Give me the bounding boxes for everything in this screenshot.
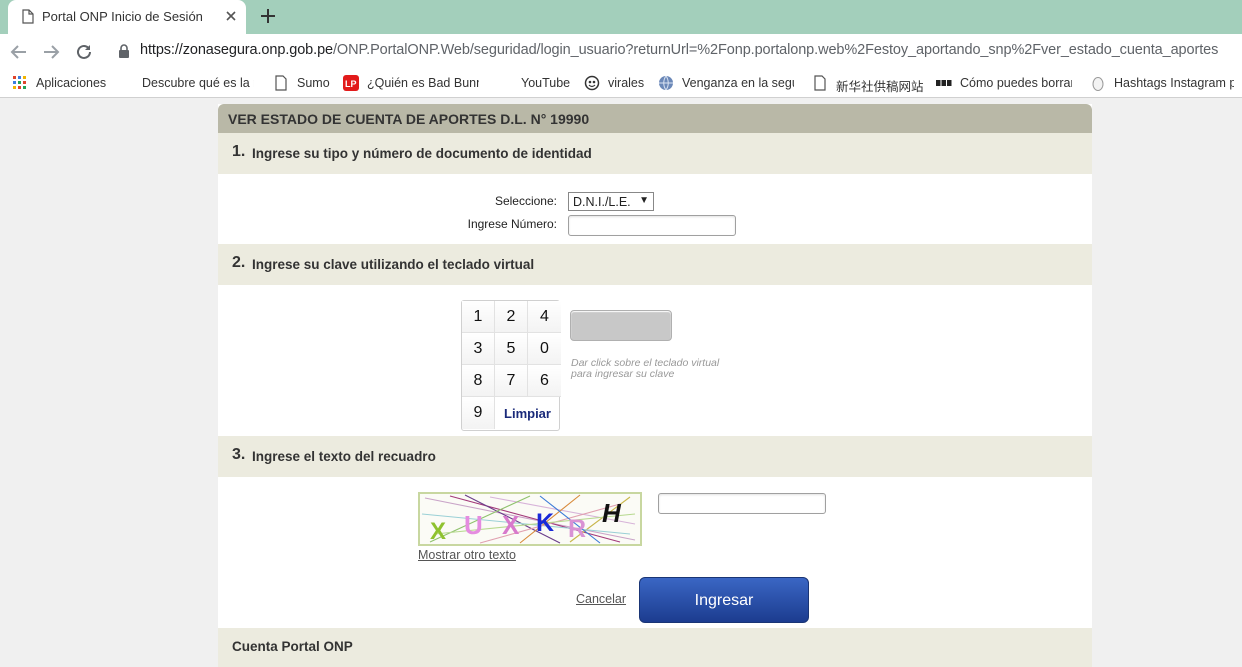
captcha-letters: X U X K R H [430, 498, 622, 544]
keypad-hint: Dar click sobre el teclado virtual para … [571, 358, 751, 380]
mouse-icon [1092, 77, 1104, 91]
lp-logo-icon: LP [343, 75, 359, 91]
keypad-hint-line: para ingresar su clave [571, 368, 675, 380]
keypad-key[interactable]: 0 [528, 333, 561, 365]
url-path: /ONP.PortalONP.Web/seguridad/login_usuar… [333, 42, 1219, 58]
cancel-link[interactable]: Cancelar [576, 592, 626, 606]
step-number: 3. [232, 446, 246, 463]
keypad-key[interactable]: 8 [462, 365, 495, 397]
close-icon[interactable] [224, 9, 238, 23]
bookmark-bad-bunny[interactable]: ¿Quién es Bad Bunny [367, 76, 479, 90]
browser-tab[interactable]: Portal ONP Inicio de Sesión [8, 0, 246, 34]
reload-icon[interactable] [75, 43, 93, 61]
bookmark-xinhua[interactable]: 新华社供稿网站 [836, 76, 924, 95]
bookmark-virales[interactable]: virales [608, 76, 644, 90]
captcha-letter: U [464, 510, 483, 540]
forward-arrow-icon[interactable] [42, 43, 60, 61]
step-2-header: 2. Ingrese su clave utilizando el teclad… [218, 244, 1092, 285]
step-title: Ingrese el texto del recuadro [252, 449, 436, 464]
browser-toolbar: https://zonasegura.onp.gob.pe/ONP.Portal… [0, 34, 1242, 68]
captcha-letter: X [430, 518, 446, 544]
apps-grid-icon [13, 76, 26, 89]
page-icon [22, 9, 34, 24]
tab-title: Portal ONP Inicio de Sesión [42, 9, 203, 24]
submit-button[interactable]: Ingresar [639, 577, 809, 623]
step-title: Ingrese su tipo y número de documento de… [252, 146, 592, 161]
section-title: Cuenta Portal ONP [232, 639, 353, 654]
page-icon [814, 75, 826, 91]
browser-tabstrip: Portal ONP Inicio de Sesión [0, 0, 1242, 34]
bookmark-youtube[interactable]: YouTube [521, 76, 570, 90]
refresh-captcha-link[interactable]: Mostrar otro texto [418, 548, 516, 562]
document-type-value: D.N.I./L.E. [573, 195, 631, 209]
login-panel: VER ESTADO DE CUENTA DE APORTES D.L. N° … [218, 104, 1092, 667]
plus-icon[interactable] [258, 6, 278, 26]
globe-icon [659, 75, 673, 91]
back-arrow-icon[interactable] [10, 43, 28, 61]
document-type-select[interactable]: D.N.I./L.E. ▼ [568, 192, 654, 211]
step-number: 1. [232, 143, 246, 160]
bookmark-venganza[interactable]: Venganza en la segur [682, 76, 794, 90]
svg-text:LP: LP [345, 79, 357, 89]
captcha-input[interactable] [658, 493, 826, 514]
step-3-header: 3. Ingrese el texto del recuadro [218, 436, 1092, 477]
keypad-key[interactable]: 1 [462, 301, 495, 333]
bookmark-borrar[interactable]: Cómo puedes borrar [960, 76, 1072, 90]
virales-icon [584, 75, 600, 91]
password-display [570, 310, 672, 341]
captcha-letter: H [602, 498, 622, 528]
page-title-bar: VER ESTADO DE CUENTA DE APORTES D.L. N° … [218, 104, 1092, 133]
bookmark-sumo[interactable]: Sumo [297, 76, 330, 90]
document-type-label: Seleccione: [494, 194, 557, 208]
keypad-key[interactable]: 3 [462, 333, 495, 365]
bookmarks-bar: Aplicaciones Descubre qué es la m Sumo L… [0, 68, 1242, 98]
captcha-image: X U X K R H [418, 492, 642, 546]
address-bar[interactable]: https://zonasegura.onp.gob.pe/ONP.Portal… [140, 42, 1218, 58]
keypad-clear-button[interactable]: Limpiar [495, 398, 560, 430]
lock-icon[interactable] [118, 44, 130, 58]
captcha-letter: X [502, 510, 520, 540]
keypad-key[interactable]: 6 [528, 365, 561, 397]
captcha-letter: K [536, 509, 554, 537]
page-title: VER ESTADO DE CUENTA DE APORTES D.L. N° … [228, 111, 590, 127]
keypad-key[interactable]: 9 [462, 397, 495, 429]
step-title: Ingrese su clave utilizando el teclado v… [252, 257, 535, 272]
document-number-label: Ingrese Número: [467, 217, 557, 231]
captcha-letter: R [568, 515, 586, 543]
bookmark-descubre[interactable]: Descubre qué es la m [142, 76, 254, 90]
virtual-keypad: 1 2 4 3 5 0 8 7 6 9 Limpiar [461, 300, 561, 431]
bookmark-hashtags[interactable]: Hashtags Instagram p [1114, 76, 1234, 90]
keypad-key[interactable]: 5 [495, 333, 528, 365]
bookmark-apps[interactable]: Aplicaciones [36, 76, 106, 90]
step-number: 2. [232, 254, 246, 271]
chevron-down-icon: ▼ [639, 195, 649, 206]
keypad-key[interactable]: 7 [495, 365, 528, 397]
keypad-key[interactable]: 2 [495, 301, 528, 333]
step-1-header: 1. Ingrese su tipo y número de documento… [218, 133, 1092, 174]
document-number-input[interactable] [568, 215, 736, 236]
portal-account-section: Cuenta Portal ONP [218, 628, 1092, 667]
page-icon [275, 75, 287, 91]
url-host: https://zonasegura.onp.gob.pe [140, 42, 333, 58]
bbc-icon [936, 80, 952, 86]
keypad-key[interactable]: 4 [528, 301, 561, 333]
